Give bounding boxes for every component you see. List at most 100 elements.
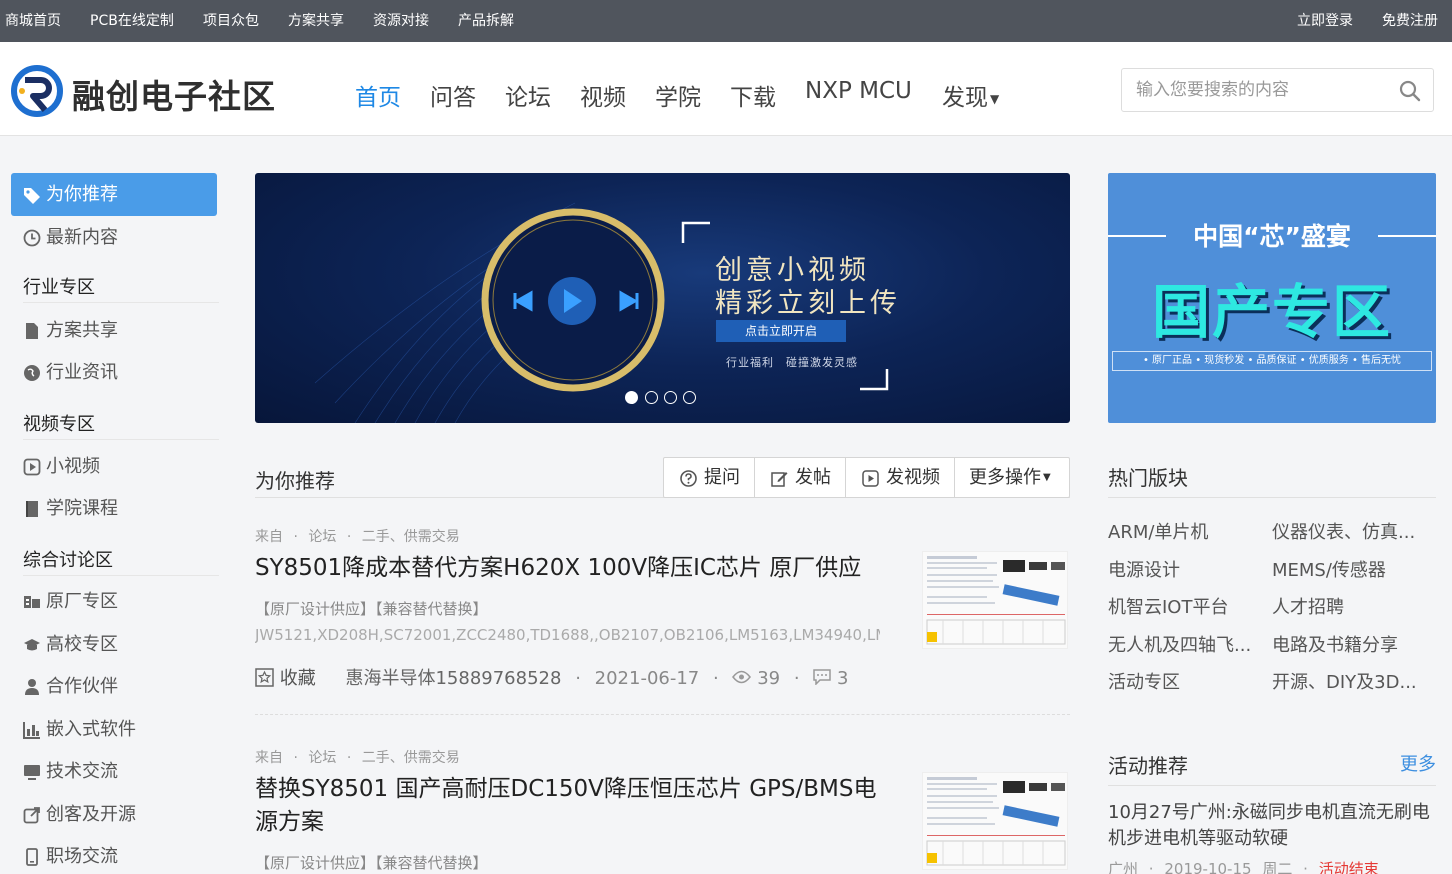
clock-icon <box>23 229 41 247</box>
register-link[interactable]: 免费注册 <box>1382 0 1438 42</box>
event-title[interactable]: 10月27号广州:永磁同步电机直流无刷电机步进电机等驱动软硬 <box>1108 800 1438 852</box>
datasheet-preview-image <box>923 773 1067 869</box>
topbar-link-mall[interactable]: 商城首页 <box>5 0 61 42</box>
eye-icon <box>732 670 752 684</box>
post-category-link[interactable]: 二手、供需交易 <box>362 750 460 766</box>
post-tags: 【原厂设计供应】【兼容替代替换】 <box>255 854 488 872</box>
video-icon <box>862 470 879 487</box>
hot-sections-title: 热门版块 <box>1108 466 1188 490</box>
hot-section-link[interactable]: 机智云IOT平台 <box>1108 593 1258 619</box>
domestic-zone-banner[interactable]: 中国“芯”盛宴 国产专区 • 原厂正品 • 现货秒发 • 品质保证 • 优质服务… <box>1108 173 1436 423</box>
events-more-link[interactable]: 更多 <box>1400 750 1436 776</box>
sidebar-item-label: 方案共享 <box>46 320 118 341</box>
sidebar-item-label: 职场交流 <box>46 846 118 867</box>
login-link[interactable]: 立即登录 <box>1297 0 1353 42</box>
sidebar-item-label: 嵌入式软件 <box>46 719 136 740</box>
post-forum-link[interactable]: 论坛 <box>308 750 336 766</box>
search-icon[interactable] <box>1399 80 1421 102</box>
sidebar-item-partners[interactable]: 合作伙伴 <box>11 665 217 708</box>
post-title[interactable]: SY8501降成本替代方案H620X 100V降压IC芯片 原厂供应 <box>255 552 895 585</box>
sidebar-item-label: 行业资讯 <box>46 362 118 383</box>
sidebar-item-maker[interactable]: 创客及开源 <box>11 793 217 836</box>
sidebar-item-career[interactable]: 职场交流 <box>11 835 217 874</box>
search-input[interactable] <box>1136 77 1386 103</box>
event-meta: 广州 · 2019-10-15 周二 · 活动结束 <box>1108 858 1379 874</box>
collect-button[interactable]: 收藏 <box>255 668 321 689</box>
new-post-label: 发帖 <box>795 467 831 488</box>
nav-video[interactable]: 视频 <box>580 78 626 112</box>
topbar-link-pcb[interactable]: PCB在线定制 <box>90 0 174 42</box>
nav-qa[interactable]: 问答 <box>430 78 476 112</box>
hot-section-link[interactable]: 活动专区 <box>1108 668 1258 694</box>
caret-down-icon: ▼ <box>1043 472 1051 483</box>
hot-section-link[interactable]: 仪器仪表、仿真... <box>1272 518 1422 544</box>
sidebar-item-vendor[interactable]: 原厂专区 <box>11 580 217 623</box>
post-thumbnail[interactable] <box>922 772 1068 870</box>
topbar-link-resources[interactable]: 资源对接 <box>373 0 429 42</box>
post-video-button[interactable]: 发视频 <box>846 458 955 497</box>
carousel-dot-1[interactable] <box>625 391 638 404</box>
share-icon <box>23 807 40 824</box>
promo-headline: 中国“芯”盛宴 <box>1193 222 1351 251</box>
post-source: 来自 <box>255 750 283 766</box>
event-status-badge: 活动结束 <box>1318 860 1379 874</box>
carousel-dot-4[interactable] <box>683 391 696 404</box>
sidebar-item-solutions[interactable]: 方案共享 <box>11 309 217 352</box>
topbar-link-solutions[interactable]: 方案共享 <box>288 0 344 42</box>
banner-art <box>314 202 889 423</box>
hot-section-link[interactable]: 开源、DIY及3D... <box>1272 668 1422 694</box>
nav-download[interactable]: 下载 <box>730 78 776 112</box>
nav-home[interactable]: 首页 <box>355 78 401 112</box>
new-post-button[interactable]: 发帖 <box>755 458 846 497</box>
sidebar-heading-general: 综合讨论区 <box>23 546 219 576</box>
carousel-dot-2[interactable] <box>645 391 658 404</box>
user-icon <box>25 679 39 695</box>
ask-question-button[interactable]: 提问 <box>664 458 755 497</box>
hot-section-link[interactable]: ARM/单片机 <box>1108 518 1258 544</box>
sidebar-item-embedded[interactable]: 嵌入式软件 <box>11 708 217 751</box>
caret-down-icon: ▼ <box>990 91 1000 106</box>
site-name: 融创电子社区 <box>72 77 276 116</box>
logo-icon <box>11 65 63 117</box>
hero-banner[interactable]: 创意小视频 精彩立刻上传 点击立即开启 行业福利 碰撞激发灵感 <box>255 173 1070 423</box>
hot-section-link[interactable]: MEMS/传感器 <box>1272 556 1422 582</box>
topbar-link-teardown[interactable]: 产品拆解 <box>458 0 514 42</box>
sidebar-item-news[interactable]: 行业资讯 <box>11 351 217 394</box>
sidebar-item-recommended[interactable]: 为你推荐 <box>11 173 217 216</box>
event-city: 广州 <box>1108 860 1139 874</box>
site-logo[interactable]: 融创电子社区 <box>10 64 310 117</box>
sidebar-item-tech[interactable]: 技术交流 <box>11 750 217 793</box>
sidebar-item-label: 学院课程 <box>46 498 118 519</box>
post-author[interactable]: 惠海半导体15889768528 <box>345 668 561 689</box>
play-icon <box>23 458 41 476</box>
more-actions-dropdown[interactable]: 更多操作 ▼ <box>955 458 1069 497</box>
nav-discover[interactable]: 发现 ▼ <box>942 78 999 112</box>
sidebar-heading-video: 视频专区 <box>23 410 219 440</box>
hot-section-link[interactable]: 人才招聘 <box>1272 593 1422 619</box>
sidebar-item-university[interactable]: 高校专区 <box>11 623 217 666</box>
hot-section-link[interactable]: 电路及书籍分享 <box>1272 631 1422 657</box>
post-category-link[interactable]: 二手、供需交易 <box>362 529 460 545</box>
carousel-dot-3[interactable] <box>664 391 677 404</box>
nav-nxp-mcu[interactable]: NXP MCU <box>805 78 912 104</box>
nav-forum[interactable]: 论坛 <box>505 78 551 112</box>
banner-cta-button[interactable]: 点击立即开启 <box>716 320 846 342</box>
hot-section-link[interactable]: 无人机及四轴飞... <box>1108 631 1258 657</box>
events-divider <box>1108 785 1436 786</box>
post-forum-link[interactable]: 论坛 <box>308 529 336 545</box>
sidebar-item-courses[interactable]: 学院课程 <box>11 487 217 530</box>
sidebar-item-latest[interactable]: 最新内容 <box>11 216 217 259</box>
hot-section-link[interactable]: 电源设计 <box>1108 556 1258 582</box>
nav-academy[interactable]: 学院 <box>655 78 701 112</box>
sidebar-item-label: 小视频 <box>46 456 100 477</box>
top-bar: 商城首页 PCB在线定制 项目众包 方案共享 资源对接 产品拆解 立即登录 免费… <box>0 0 1452 42</box>
sidebar-item-short-video[interactable]: 小视频 <box>11 445 217 488</box>
topbar-link-crowdsource[interactable]: 项目众包 <box>203 0 259 42</box>
event-date: 2019-10-15 <box>1164 860 1252 874</box>
post-meta: 来自 · 论坛 · 二手、供需交易 <box>255 529 460 545</box>
book-icon <box>26 501 38 517</box>
post-meta: 来自 · 论坛 · 二手、供需交易 <box>255 750 460 766</box>
datasheet-preview-image <box>923 552 1067 648</box>
post-title[interactable]: 替换SY8501 国产高耐压DC150V降压恒压芯片 GPS/BMS电源方案 <box>255 773 885 839</box>
post-thumbnail[interactable] <box>922 551 1068 649</box>
